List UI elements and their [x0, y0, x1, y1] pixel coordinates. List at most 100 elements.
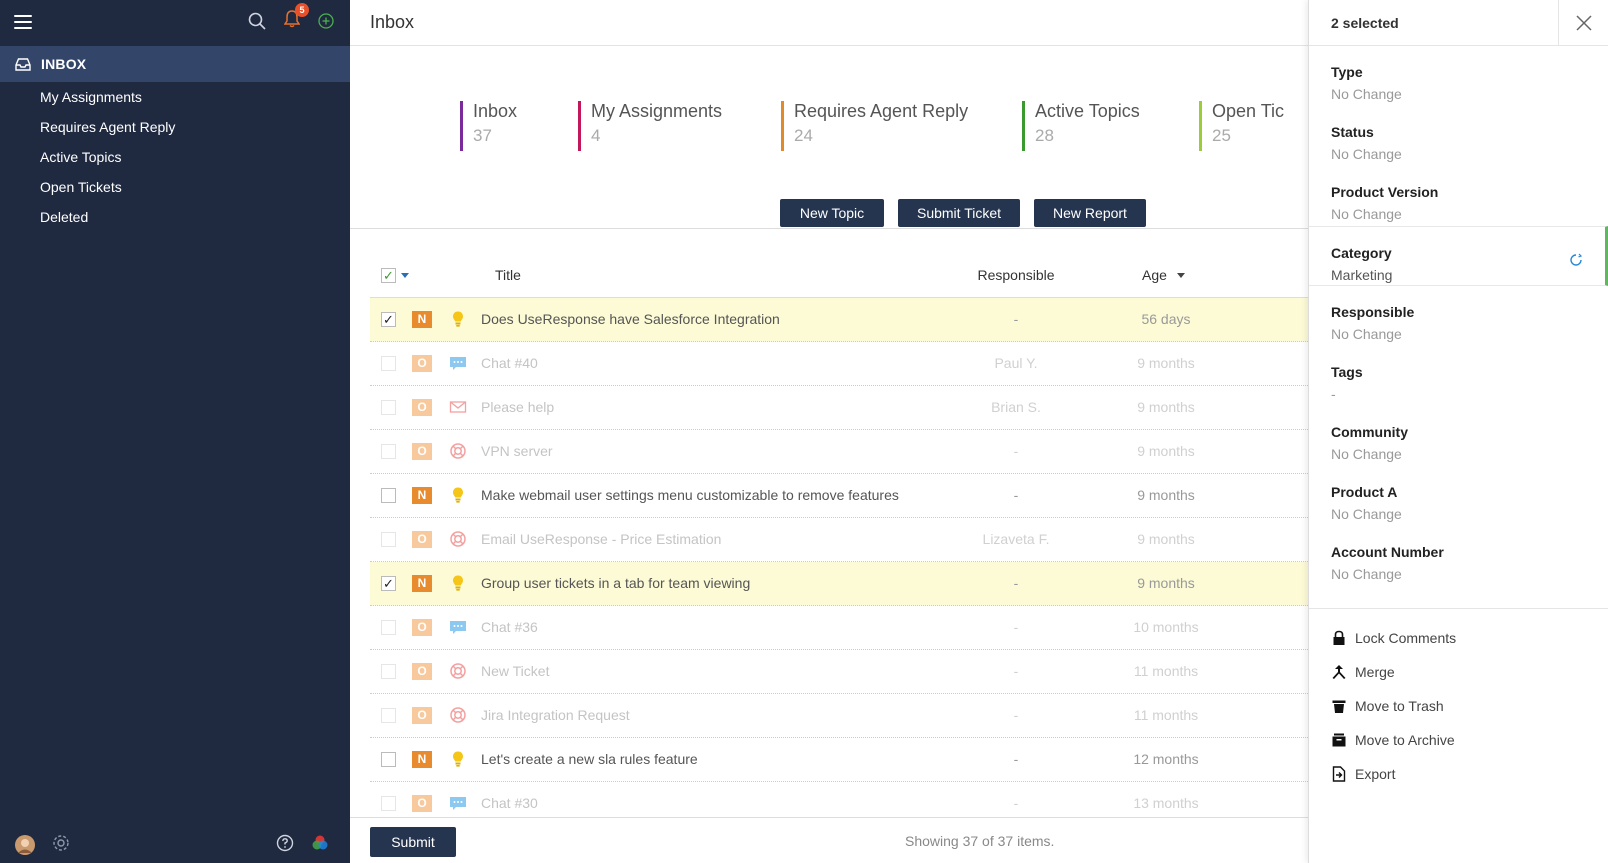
field-type[interactable]: Type No Change — [1309, 46, 1608, 106]
table-row[interactable]: ✓ N Group user tickets in a tab for team v… — [370, 562, 1308, 606]
status-badge: O — [412, 399, 432, 416]
move-to-trash-action[interactable]: Move to Trash — [1309, 689, 1608, 723]
row-checkbox[interactable] — [381, 488, 396, 503]
sidebar-item-requires-agent-reply[interactable]: Requires Agent Reply — [0, 112, 350, 142]
column-age[interactable]: Age — [1142, 267, 1167, 283]
field-product-a[interactable]: Product A No Change — [1309, 466, 1608, 526]
chevron-down-icon[interactable] — [401, 273, 409, 279]
status-badge: O — [412, 355, 432, 372]
row-checkbox[interactable] — [381, 356, 396, 371]
row-title[interactable]: Let's create a new sla rules feature — [481, 751, 698, 767]
mail-icon — [449, 398, 467, 416]
stat-requires-agent-reply[interactable]: Requires Agent Reply 24 — [781, 101, 968, 151]
new-topic-button[interactable]: New Topic — [780, 199, 884, 227]
table-row[interactable]: O Please help Brian S. 9 months — [370, 386, 1308, 430]
stat-value: 37 — [473, 126, 492, 145]
field-value: No Change — [1331, 506, 1402, 522]
row-title[interactable]: Email UseResponse - Price Estimation — [481, 531, 721, 547]
row-checkbox[interactable]: ✓ — [381, 312, 396, 327]
row-age: 11 months — [1133, 663, 1199, 679]
row-checkbox[interactable] — [381, 752, 396, 767]
sidebar-item-deleted[interactable]: Deleted — [0, 202, 350, 232]
row-checkbox[interactable] — [381, 620, 396, 635]
new-report-button[interactable]: New Report — [1034, 199, 1146, 227]
table-row[interactable]: O Chat #36 - 10 months — [370, 606, 1308, 650]
lock-comments-action[interactable]: Lock Comments — [1309, 621, 1608, 655]
row-title[interactable]: New Ticket — [481, 663, 549, 679]
row-responsible: - — [1013, 795, 1019, 811]
sort-down-icon[interactable] — [1177, 273, 1185, 279]
table-row[interactable]: O Chat #40 Paul Y. 9 months — [370, 342, 1308, 386]
row-responsible: - — [1013, 575, 1019, 591]
status-badge: O — [412, 663, 432, 680]
field-status[interactable]: Status No Change — [1309, 106, 1608, 166]
close-button[interactable] — [1558, 0, 1608, 46]
row-responsible: - — [1013, 487, 1019, 503]
sidebar-item-open-tickets[interactable]: Open Tickets — [0, 172, 350, 202]
row-checkbox[interactable] — [381, 400, 396, 415]
table-row[interactable]: O Jira Integration Request - 11 months — [370, 694, 1308, 738]
table-row[interactable]: O VPN server - 9 months — [370, 430, 1308, 474]
field-product-version[interactable]: Product Version No Change — [1309, 166, 1608, 226]
field-account-number[interactable]: Account Number No Change — [1309, 526, 1608, 586]
field-label: Tags — [1331, 364, 1363, 380]
row-responsible: - — [1013, 751, 1019, 767]
field-value: No Change — [1331, 86, 1402, 102]
menu-icon[interactable] — [14, 15, 32, 29]
row-checkbox[interactable] — [381, 664, 396, 679]
stat-active-topics[interactable]: Active Topics 28 — [1022, 101, 1140, 151]
column-responsible[interactable]: Responsible — [946, 267, 1086, 283]
status-badge: O — [412, 707, 432, 724]
row-checkbox[interactable] — [381, 532, 396, 547]
row-checkbox[interactable] — [381, 796, 396, 811]
row-title[interactable]: Jira Integration Request — [481, 707, 630, 723]
row-title[interactable]: VPN server — [481, 443, 553, 459]
lifebuoy-icon — [449, 662, 467, 680]
field-category[interactable]: Category Marketing — [1309, 226, 1608, 286]
submit-ticket-button[interactable]: Submit Ticket — [898, 199, 1020, 227]
status-badge: O — [412, 619, 432, 636]
field-community[interactable]: Community No Change — [1309, 406, 1608, 466]
table-row[interactable]: N Let's create a new sla rules feature - 12… — [370, 738, 1308, 782]
add-icon[interactable] — [318, 12, 334, 29]
table-row[interactable]: N Make webmail user settings menu customi… — [370, 474, 1308, 518]
table-row[interactable]: O Email UseResponse - Price Estimation Liz… — [370, 518, 1308, 562]
submit-button[interactable]: Submit — [370, 827, 456, 857]
row-title[interactable]: Chat #30 — [481, 795, 538, 811]
notifications-button[interactable]: 5 — [283, 3, 309, 31]
sidebar-item-inbox[interactable]: INBOX — [0, 46, 350, 82]
table-row[interactable]: O New Ticket - 11 months — [370, 650, 1308, 694]
row-checkbox[interactable] — [381, 708, 396, 723]
merge-action[interactable]: Merge — [1309, 655, 1608, 689]
table-row[interactable]: ✓ N Does UseResponse have Salesforce Integ… — [370, 298, 1308, 342]
row-title[interactable]: Chat #36 — [481, 619, 538, 635]
apps-icon[interactable] — [311, 834, 329, 852]
row-title[interactable]: Chat #40 — [481, 355, 538, 371]
field-value: No Change — [1331, 566, 1402, 582]
sidebar-item-active-topics[interactable]: Active Topics — [0, 142, 350, 172]
row-title[interactable]: Group user tickets in a tab for team vie… — [481, 575, 750, 591]
sidebar-item-my-assignments[interactable]: My Assignments — [0, 82, 350, 112]
stat-my-assignments[interactable]: My Assignments 4 — [578, 101, 722, 151]
notification-badge: 5 — [295, 3, 309, 17]
row-title[interactable]: Make webmail user settings menu customiz… — [481, 487, 899, 503]
select-all-checkbox[interactable]: ✓ — [381, 268, 396, 283]
move-to-archive-action[interactable]: Move to Archive — [1309, 723, 1608, 757]
stat-value: 28 — [1035, 126, 1054, 145]
stat-open-tickets[interactable]: Open Tic 25 — [1199, 101, 1308, 151]
gear-icon[interactable] — [52, 834, 70, 852]
row-age: 12 months — [1133, 751, 1199, 767]
column-title[interactable]: Title — [495, 267, 521, 283]
row-checkbox[interactable] — [381, 444, 396, 459]
row-checkbox[interactable]: ✓ — [381, 576, 396, 591]
stat-inbox[interactable]: Inbox 37 — [460, 101, 517, 151]
export-action[interactable]: Export — [1309, 757, 1608, 791]
row-title[interactable]: Please help — [481, 399, 554, 415]
avatar[interactable] — [14, 834, 36, 856]
row-title[interactable]: Does UseResponse have Salesforce Integra… — [481, 311, 780, 327]
help-icon[interactable] — [276, 834, 294, 852]
search-icon[interactable] — [248, 12, 266, 30]
field-responsible[interactable]: Responsible No Change — [1309, 286, 1608, 346]
action-label: Export — [1355, 766, 1396, 782]
field-tags[interactable]: Tags - — [1309, 346, 1608, 406]
